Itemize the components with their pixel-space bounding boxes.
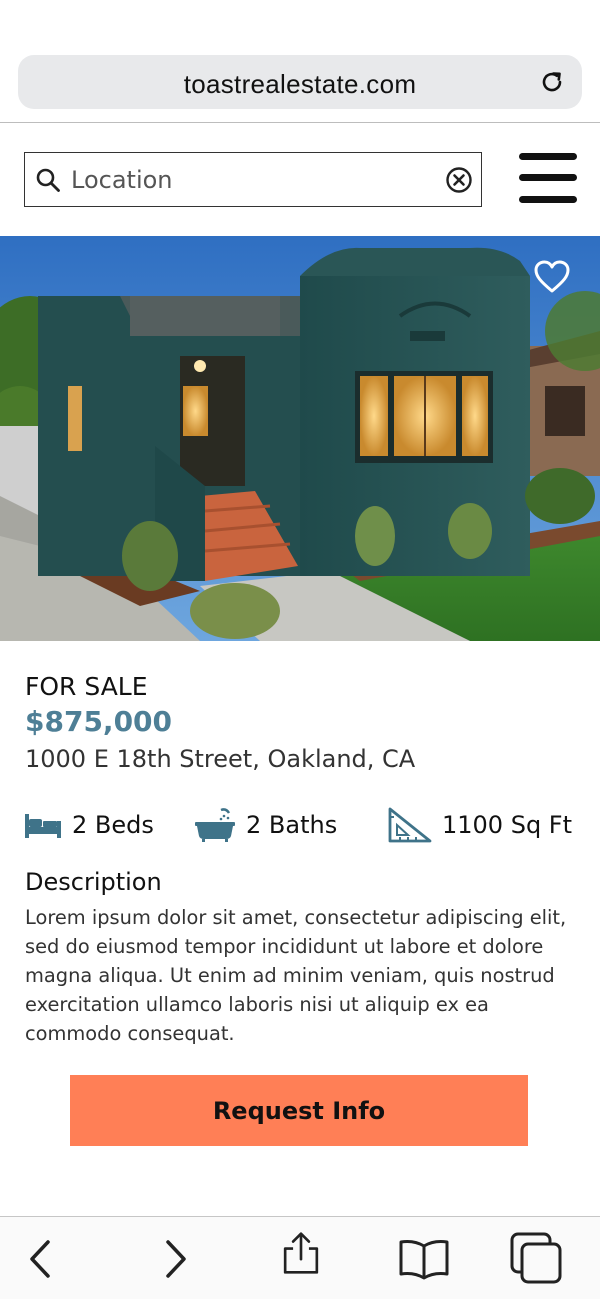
forward-icon[interactable] (154, 1237, 198, 1281)
browser-address-bar: toastrealestate.com (0, 0, 600, 123)
description-heading: Description (25, 868, 162, 896)
request-info-button[interactable]: Request Info (70, 1075, 528, 1146)
feature-area: 1100 Sq Ft (388, 800, 572, 850)
house-illustration (0, 236, 600, 641)
listing-status: FOR SALE (25, 672, 148, 701)
browser-toolbar (0, 1216, 600, 1299)
search-icon (36, 168, 60, 192)
property-photo[interactable] (0, 236, 600, 641)
feature-baths: 2 Baths (194, 800, 337, 850)
hamburger-menu-icon[interactable] (519, 153, 577, 203)
feature-area-label: 1100 Sq Ft (442, 811, 573, 839)
tabs-icon[interactable] (509, 1231, 563, 1285)
bookmarks-icon[interactable] (398, 1237, 450, 1281)
description-text: Lorem ipsum dolor sit amet, consectetur … (25, 906, 567, 1045)
location-search-input[interactable] (71, 161, 431, 199)
url-field[interactable]: toastrealestate.com (18, 55, 582, 109)
bathtub-icon (195, 808, 235, 842)
clear-circle-icon[interactable] (445, 166, 473, 194)
listing-address: 1000 E 18th Street, Oakland, CA (25, 745, 416, 773)
heart-outline-icon[interactable] (534, 260, 570, 294)
back-icon[interactable] (18, 1237, 62, 1281)
url-text: toastrealestate.com (183, 69, 417, 99)
bed-icon (25, 814, 61, 838)
share-icon[interactable] (279, 1231, 323, 1275)
listing-features: 2 Beds 2 Baths 1100 Sq Ft (0, 800, 600, 850)
reload-icon[interactable] (538, 68, 566, 96)
ruler-triangle-icon (388, 807, 432, 843)
feature-beds-label: 2 Beds (72, 811, 154, 839)
feature-baths-label: 2 Baths (246, 811, 338, 839)
listing-price: $875,000 (25, 705, 173, 738)
feature-beds: 2 Beds (24, 800, 154, 850)
location-search-box (24, 152, 482, 207)
